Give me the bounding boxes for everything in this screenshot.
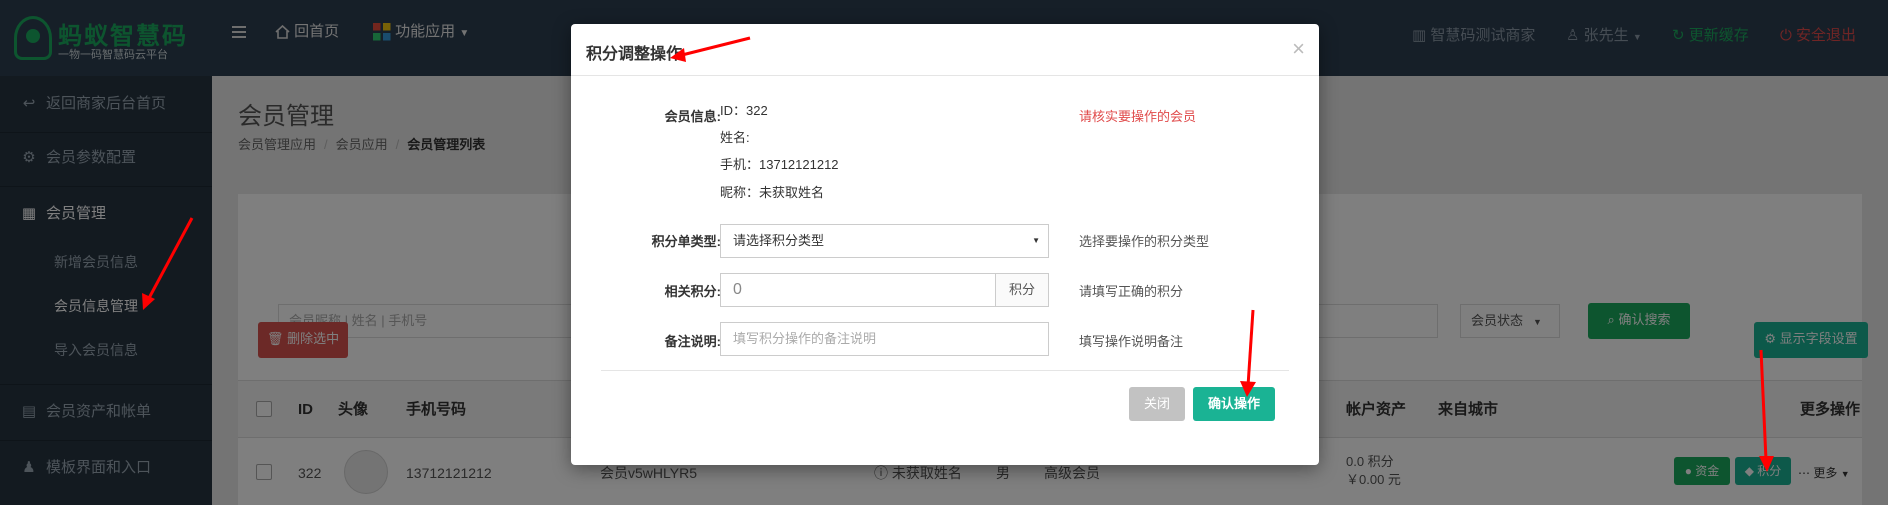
member-nickname: 昵称：未获取姓名 (720, 185, 825, 200)
member-info-label: 会员信息: (664, 109, 721, 124)
confirm-operation-button[interactable]: 确认操作 (1193, 387, 1275, 421)
member-phone: 手机：13712121212 (720, 157, 839, 172)
member-name: 姓名: (720, 130, 750, 145)
remark-hint: 填写操作说明备注 (1079, 334, 1184, 349)
close-button[interactable]: 关闭 (1129, 387, 1185, 421)
remark-label: 备注说明: (664, 334, 721, 349)
chevron-down-icon: ▼ (1032, 236, 1040, 245)
points-type-label: 积分单类型: (651, 234, 721, 249)
points-type-hint: 选择要操作的积分类型 (1079, 234, 1210, 249)
points-type-value: 请选择积分类型 (733, 233, 825, 248)
modal-title: 积分调整操作 (586, 46, 683, 63)
modal-header: 积分调整操作 × (571, 24, 1319, 76)
points-amount-hint: 请填写正确的积分 (1079, 284, 1184, 299)
points-amount-input[interactable]: 0 (720, 273, 996, 307)
points-amount-label: 相关积分: (664, 284, 721, 299)
points-type-select[interactable]: 请选择积分类型 ▼ (720, 224, 1049, 258)
remark-input[interactable]: 填写积分操作的备注说明 (720, 322, 1049, 356)
points-unit-addon: 积分 (995, 273, 1049, 307)
modal-footer-divider (601, 370, 1289, 371)
close-icon[interactable]: × (1292, 36, 1305, 62)
member-id: ID：322 (720, 103, 768, 118)
verify-member-hint: 请核实要操作的会员 (1079, 109, 1197, 124)
points-adjust-modal: 积分调整操作 × 会员信息: ID：322 姓名: 手机：13712121212… (571, 24, 1319, 465)
